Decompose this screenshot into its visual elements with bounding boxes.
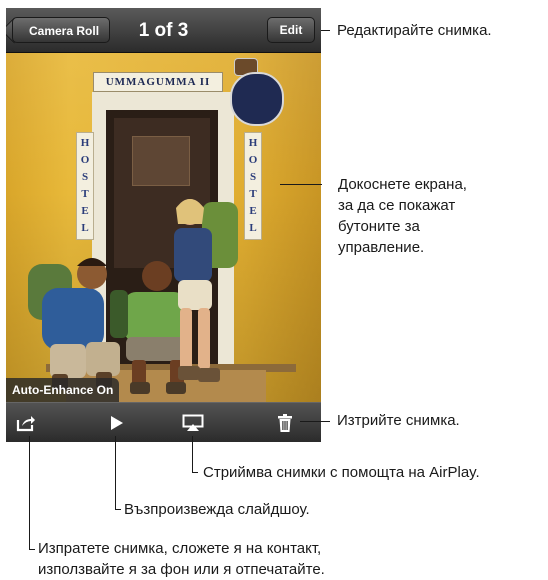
delete-callout: Изтрийте снимка. [337, 412, 460, 429]
tap-callout-line-2: за да се покажат [338, 197, 456, 214]
auto-enhance-badge: Auto-Enhance On [6, 378, 120, 402]
slideshow-callout-line-v [115, 436, 116, 510]
play-icon[interactable] [106, 403, 128, 442]
tap-callout-line [280, 184, 322, 185]
tap-callout: Докоснете екрана, за да се покажат бутон… [338, 174, 467, 258]
tap-callout-line-4: управление. [338, 239, 425, 256]
edit-callout: Редактирайте снимка. [337, 22, 492, 39]
tap-callout-line-1: Докоснете екрана, [338, 176, 467, 193]
trash-icon[interactable] [274, 403, 296, 442]
airplay-callout-line-h [192, 472, 198, 473]
photo[interactable]: UMMAGUMMA II H O S T E L H O S T E L Aut… [6, 52, 321, 402]
navigation-bar: Camera Roll 1 of 3 Edit [6, 8, 321, 53]
share-callout-line-h [29, 549, 35, 550]
slideshow-callout: Възпроизвежда слайдшоу. [124, 501, 310, 518]
airplay-icon[interactable] [180, 403, 206, 442]
travelers-illustration [28, 199, 238, 394]
share-callout-line-v [29, 436, 30, 550]
tap-callout-line-3: бутоните за [338, 218, 420, 235]
share-icon[interactable] [12, 403, 40, 442]
airplay-callout: Стриймва снимки с помощта на AirPlay. [203, 464, 480, 481]
edit-button[interactable]: Edit [267, 17, 315, 43]
share-callout: Изпратете снимка, сложете я на контакт, … [38, 538, 325, 580]
bottom-toolbar [6, 402, 321, 442]
airplay-callout-line-v [192, 436, 193, 473]
photo-viewer: Camera Roll 1 of 3 Edit UMMAGUMMA II H O… [6, 8, 321, 442]
slideshow-callout-line-h [115, 509, 121, 510]
share-callout-line-2: използвайте я за фон или я отпечатайте. [38, 561, 325, 578]
delete-callout-line [300, 421, 330, 422]
share-callout-line-1: Изпратете снимка, сложете я на контакт, [38, 540, 322, 557]
